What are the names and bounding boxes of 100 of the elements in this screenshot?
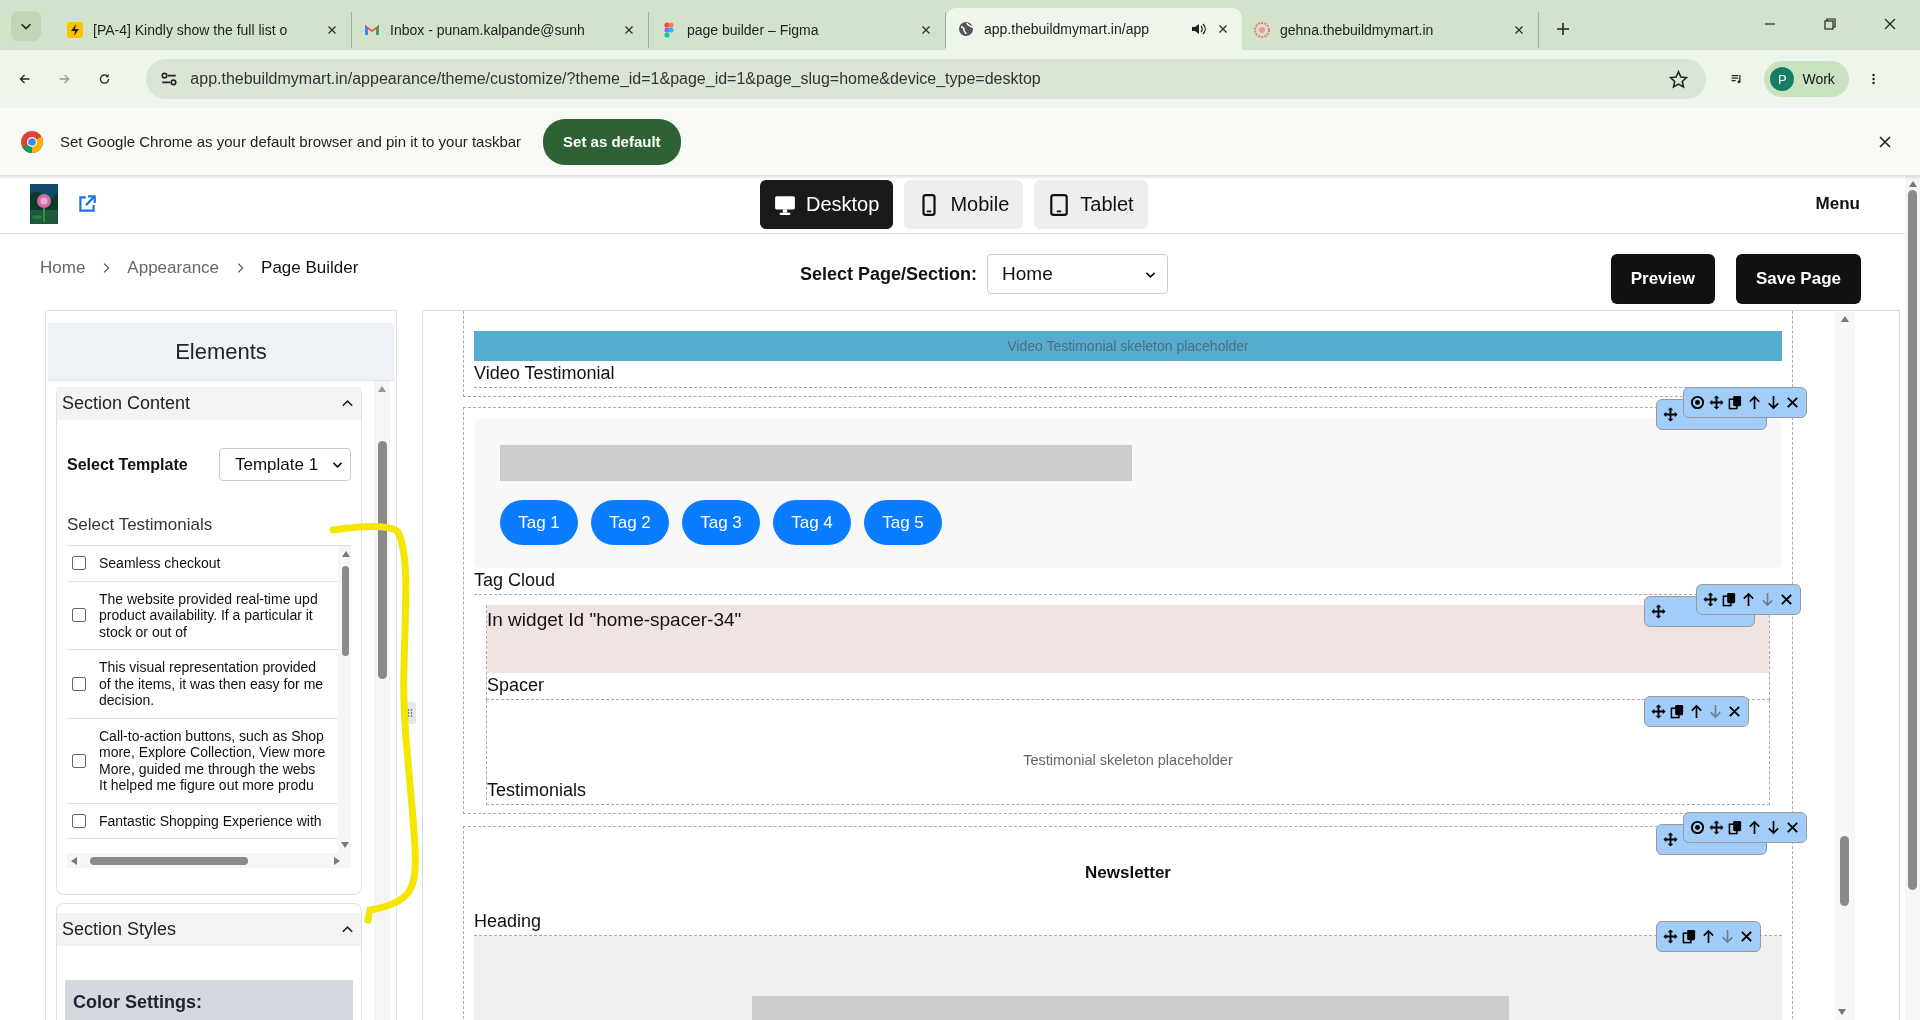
close-icon[interactable] (1779, 592, 1794, 607)
template-select[interactable]: Template 1 (219, 448, 351, 481)
accordion-header[interactable]: Section Content (57, 387, 361, 420)
arrow-down-icon[interactable] (1766, 395, 1781, 410)
move-icon[interactable] (1709, 395, 1724, 410)
accordion-header[interactable]: Section Styles (57, 913, 361, 946)
testimonial-text: It helped me figure out more produ (99, 777, 315, 794)
scroll-up-icon[interactable] (340, 550, 351, 558)
checkbox[interactable] (72, 813, 86, 828)
star-icon[interactable] (1669, 69, 1689, 89)
close-icon[interactable] (1882, 16, 1898, 32)
menu-link[interactable]: Menu (1815, 194, 1860, 214)
scrollbar[interactable] (1835, 311, 1855, 1020)
breadcrumb-link[interactable]: Appearance (127, 258, 220, 278)
scroll-thumb[interactable] (1840, 836, 1849, 906)
testimonial-text: The website provided real-time upd (99, 590, 318, 607)
tablet-icon (1048, 193, 1071, 216)
widget-label: Heading (474, 911, 542, 931)
checkbox[interactable] (72, 556, 86, 571)
set-default-button[interactable]: Set as default (543, 118, 681, 165)
panel-header: Elements (48, 323, 394, 381)
arrow-up-icon[interactable] (1747, 395, 1762, 410)
scroll-thumb[interactable] (90, 857, 248, 865)
scroll-up-icon[interactable] (1840, 315, 1850, 323)
checkbox[interactable] (72, 608, 86, 623)
move-icon[interactable] (1663, 832, 1678, 847)
arrow-up-icon[interactable] (1689, 704, 1704, 719)
scroll-thumb[interactable] (377, 441, 387, 679)
globe-icon (958, 21, 974, 37)
arrow-up-icon[interactable] (1747, 820, 1762, 835)
scrollbar[interactable] (1905, 176, 1920, 1020)
device-tab[interactable]: Desktop (760, 180, 894, 229)
scroll-thumb[interactable] (342, 566, 349, 656)
eye-icon[interactable] (1690, 820, 1705, 835)
device-tab[interactable]: Tablet (1034, 180, 1148, 229)
tag-chip[interactable]: Tag 3 (682, 500, 760, 545)
chrome-logo-icon (20, 129, 44, 154)
move-icon[interactable] (1651, 704, 1666, 719)
tab-title: page builder – Figma (687, 22, 820, 38)
tab-title: gehna.thebuildmymart.in (1280, 22, 1435, 38)
move-icon[interactable] (1651, 604, 1666, 619)
arrow-down-icon[interactable] (1766, 820, 1781, 835)
browser-tab[interactable]: Inbox - punam.kalpande@sunh (352, 12, 649, 48)
close-icon[interactable] (1785, 395, 1800, 410)
site-settings-icon[interactable] (160, 70, 179, 88)
browser-tab[interactable]: gehna.thebuildmymart.in (1242, 12, 1539, 48)
restore-icon[interactable] (1822, 16, 1838, 32)
testimonial-text: stock or out of (99, 623, 188, 640)
scroll-right-icon[interactable] (333, 856, 341, 866)
external-link-icon[interactable] (76, 193, 98, 215)
tag-chip[interactable]: Tag 1 (500, 500, 578, 545)
scroll-down-icon[interactable] (340, 841, 350, 849)
bolt-icon (67, 22, 83, 38)
testimonial-text: more, Explore Collection, View more (99, 744, 326, 761)
checkbox[interactable] (72, 676, 86, 691)
scroll-up-icon[interactable] (377, 385, 387, 393)
arrow-up-icon[interactable] (1741, 592, 1756, 607)
scrollbar[interactable] (338, 546, 351, 853)
breadcrumb-link[interactable]: Home (40, 258, 86, 278)
spacer-note: In widget Id "home-spacer-34" (487, 609, 742, 630)
scroll-left-icon[interactable] (70, 856, 78, 866)
tag-chip[interactable]: Tag 5 (864, 500, 942, 545)
close-icon[interactable] (1785, 820, 1800, 835)
scroll-up-icon[interactable] (1907, 180, 1918, 188)
placeholder-text: Video Testimonial skeleton placeholder (1007, 338, 1249, 354)
copy-icon[interactable] (1682, 929, 1697, 944)
profile-button[interactable]: P Work (1764, 61, 1849, 97)
tag-chip[interactable]: Tag 4 (773, 500, 851, 545)
checkbox[interactable] (72, 753, 86, 768)
copy-icon[interactable] (1722, 592, 1737, 607)
testimonial-text: Fantastic Shopping Experience with (99, 812, 322, 829)
close-icon[interactable] (1739, 929, 1754, 944)
speaker-icon[interactable] (1190, 21, 1206, 37)
arrow-up-icon[interactable] (1701, 929, 1716, 944)
close-icon[interactable] (1727, 704, 1742, 719)
new-tab-icon[interactable] (1555, 21, 1571, 37)
monitor-icon (774, 193, 796, 216)
horizontal-scrollbar[interactable] (67, 853, 351, 868)
move-icon[interactable] (1663, 929, 1678, 944)
scrollbar[interactable] (374, 381, 390, 1020)
browser-tab[interactable]: [PA-4] Kindly show the full list o (55, 12, 352, 48)
action-button[interactable]: Preview (1610, 254, 1715, 304)
mail-icon (364, 22, 380, 38)
close-icon[interactable] (1877, 133, 1893, 150)
browser-tab[interactable]: app.thebuildmymart.in/app (946, 8, 1242, 50)
action-button[interactable]: Save Page (1735, 254, 1861, 304)
move-icon[interactable] (1663, 407, 1678, 422)
page-select[interactable]: Home (987, 254, 1169, 294)
copy-icon[interactable] (1728, 820, 1743, 835)
scroll-thumb[interactable] (1908, 190, 1917, 890)
move-icon[interactable] (1709, 820, 1724, 835)
scroll-down-icon[interactable] (1837, 1008, 1847, 1016)
address-bar[interactable]: app.thebuildmymart.in/appearance/theme/customize/?theme_id=1&page_id=1&page_slug=home&device_type=desktop (146, 59, 1707, 99)
eye-icon[interactable] (1690, 395, 1705, 410)
copy-icon[interactable] (1670, 704, 1685, 719)
tag-chip[interactable]: Tag 2 (591, 500, 669, 545)
move-icon[interactable] (1703, 592, 1718, 607)
copy-icon[interactable] (1728, 395, 1743, 410)
infobar-message: Set Google Chrome as your default browser and pin it to your taskbar (60, 133, 522, 150)
device-tab[interactable]: Mobile (904, 180, 1024, 229)
